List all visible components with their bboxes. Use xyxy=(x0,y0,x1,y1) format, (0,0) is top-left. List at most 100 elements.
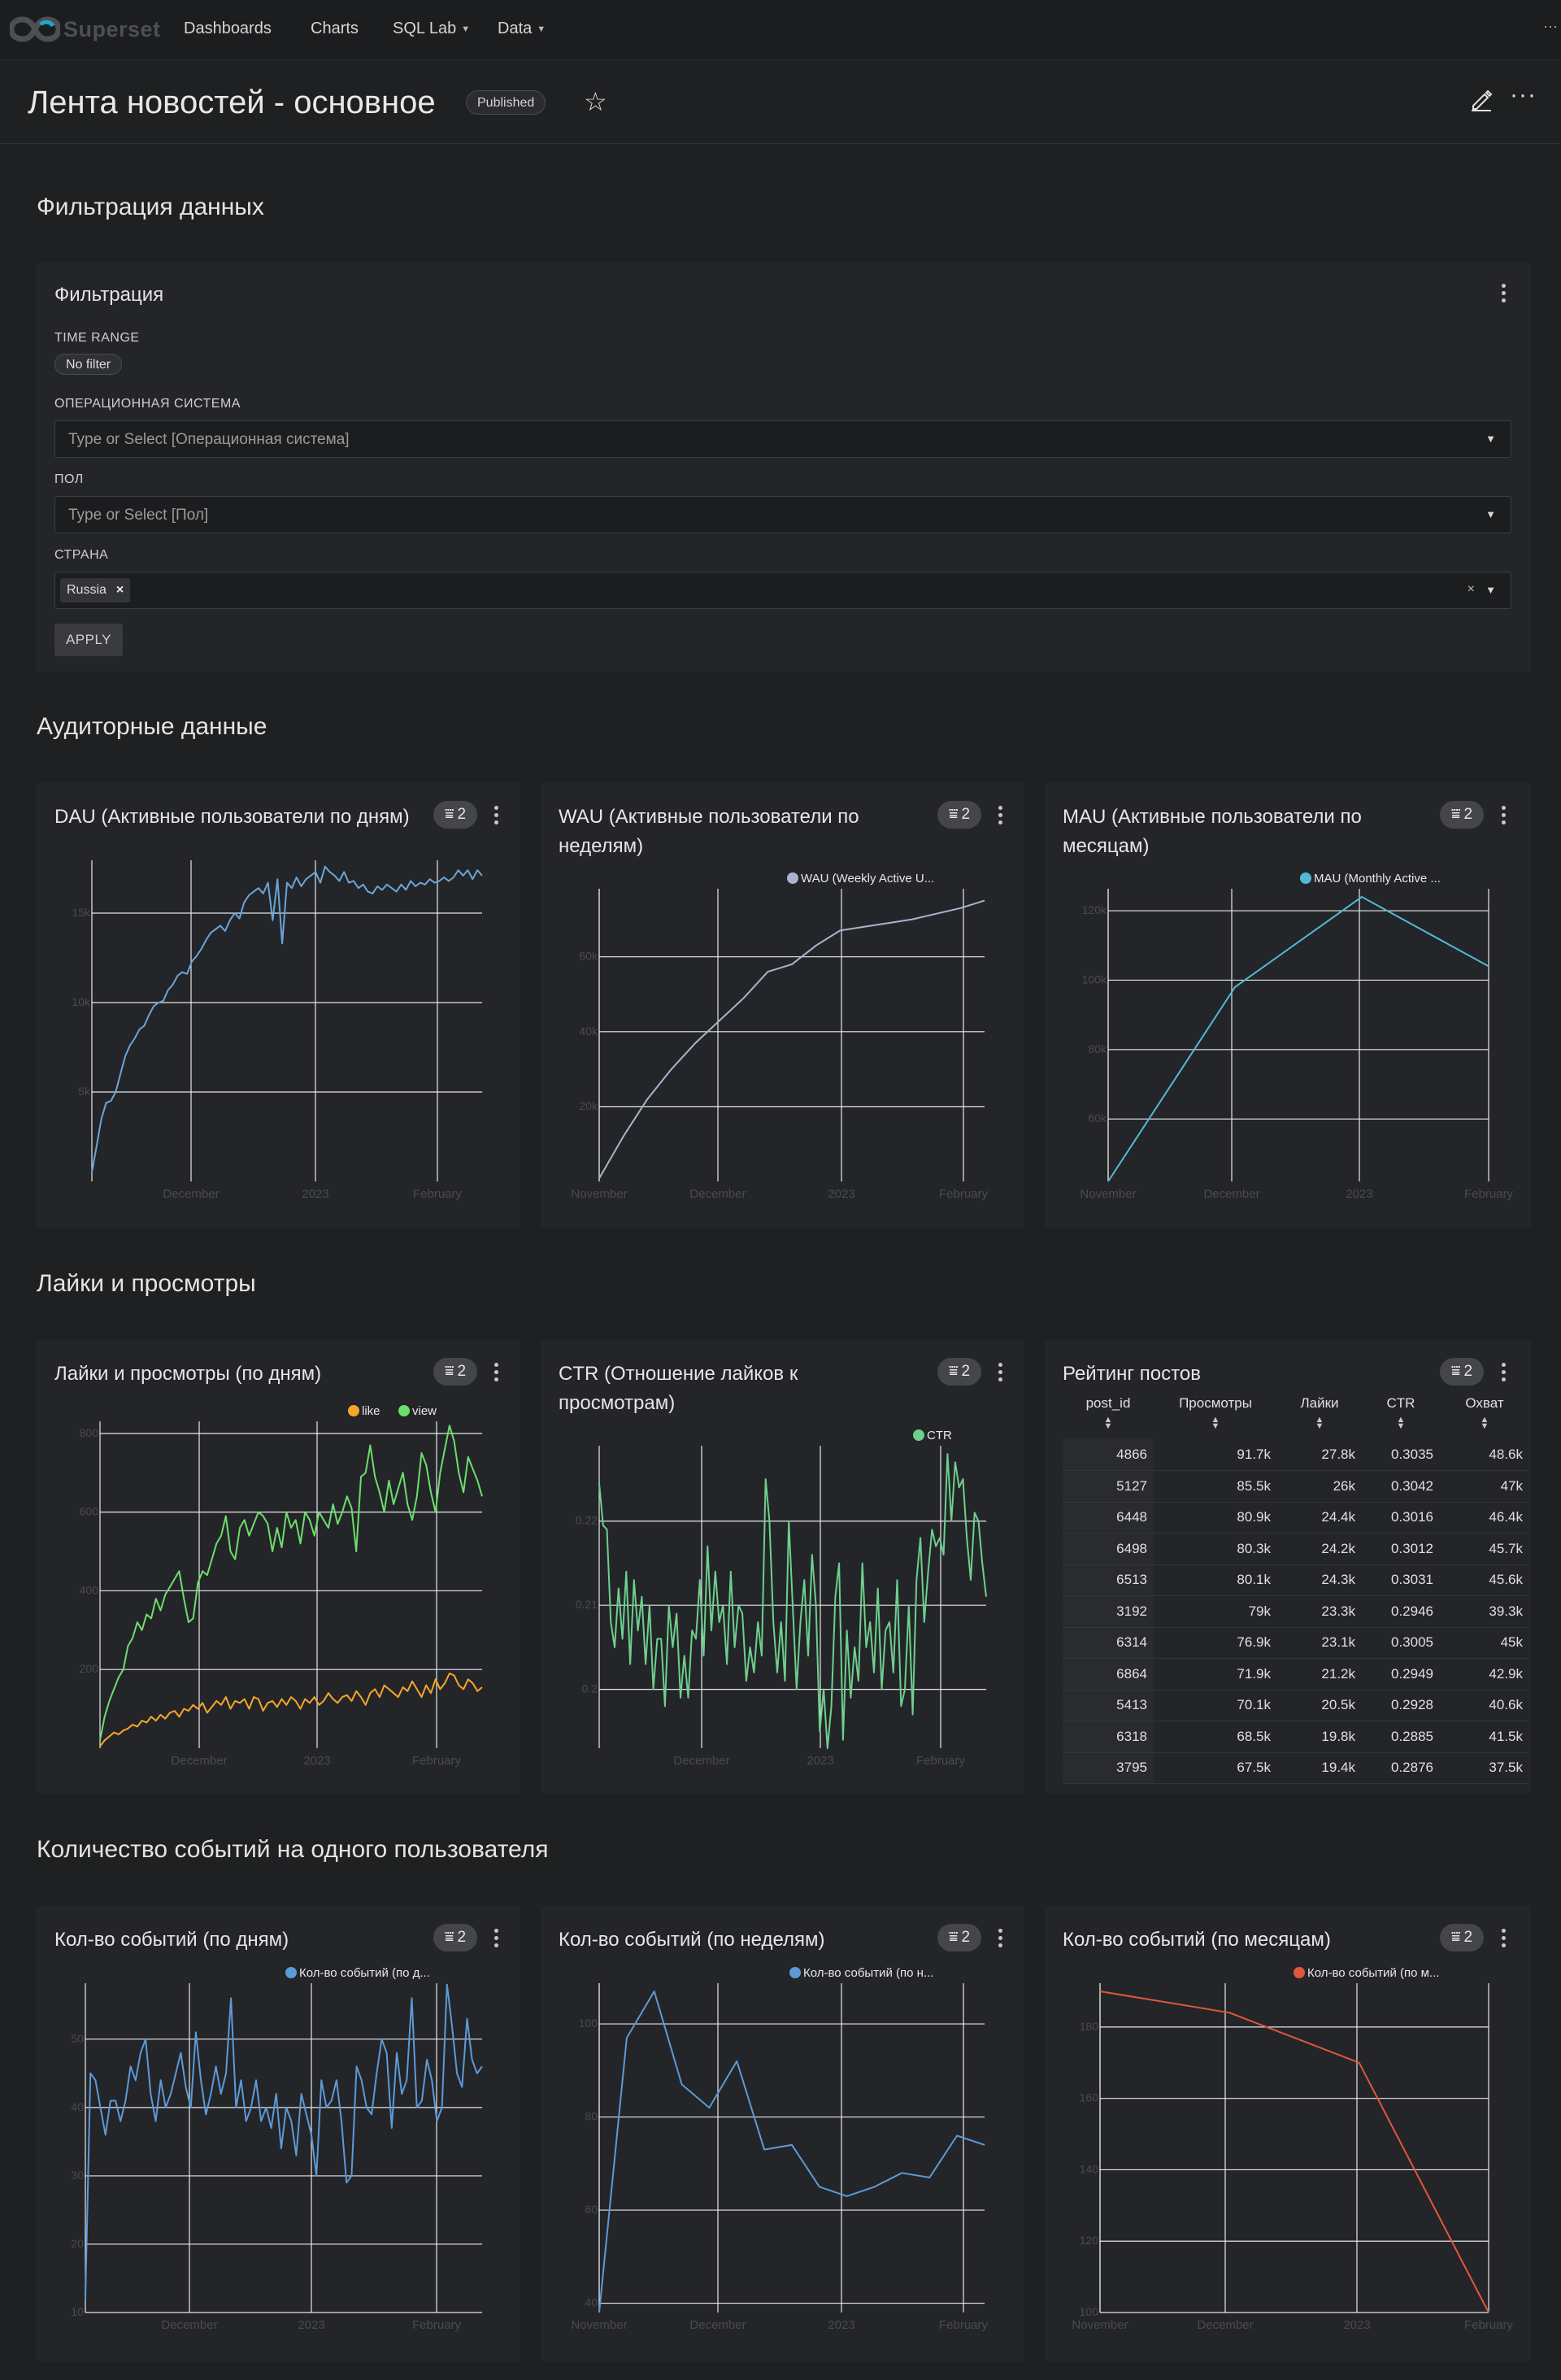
y-tick-label: 80 xyxy=(585,2110,598,2123)
filter-count-badge[interactable]: ⩸ 2 xyxy=(1440,1358,1484,1386)
country-filter-select[interactable]: Russia × × ▼ xyxy=(54,572,1511,609)
filter-count-badge[interactable]: ⩸ 2 xyxy=(937,1924,981,1951)
nav-charts[interactable]: Charts xyxy=(311,20,359,38)
more-menu-icon[interactable]: ··· xyxy=(1543,18,1558,35)
posts-table-wrapper: post_id ▲ ▼ Просмотры ▲ ▼ Лайки ▲ ▼ CTR ▲ ▼ Охва… xyxy=(1063,1394,1529,1784)
clear-selection-icon[interactable]: × xyxy=(1468,582,1475,597)
os-filter-label: ОПЕРАЦИОННАЯ СИСТЕМА xyxy=(54,397,241,411)
chart-menu-icon[interactable] xyxy=(998,1363,1002,1384)
published-badge[interactable]: Published xyxy=(466,90,546,115)
table-cell: 24.4k xyxy=(1277,1502,1362,1534)
sort-icon[interactable]: ▲ ▼ xyxy=(1277,1416,1362,1431)
y-tick-label: 140 xyxy=(1080,2162,1099,2175)
apply-button[interactable]: APPLY xyxy=(54,624,123,656)
chart-menu-icon[interactable] xyxy=(494,806,498,827)
y-tick-label: 200 xyxy=(80,1662,99,1675)
table-cell: 20.5k xyxy=(1277,1690,1362,1721)
y-tick-label: 10 xyxy=(71,2305,84,2318)
chart-menu-icon[interactable] xyxy=(1501,1929,1506,1950)
chart-title: Лайки и просмотры (по дням) xyxy=(54,1363,322,1385)
filter-panel-menu-icon[interactable] xyxy=(1501,284,1506,305)
filter-count-badge[interactable]: ⩸ 2 xyxy=(1440,1924,1484,1951)
x-tick-label: 2023 xyxy=(302,1187,328,1201)
y-tick-label: 40 xyxy=(585,2296,598,2309)
filter-count-badge[interactable]: ⩸ 2 xyxy=(937,1358,981,1386)
superset-logo[interactable]: Superset xyxy=(10,15,161,44)
table-cell: 0.3012 xyxy=(1362,1533,1440,1565)
chart-menu-icon[interactable] xyxy=(998,806,1002,827)
chart-title: CTR (Отношение лайков к просмотрам) xyxy=(559,1363,798,1414)
legend-marker xyxy=(789,1967,801,1978)
table-row: 6498 80.3k 24.2k 0.3012 45.7k xyxy=(1063,1533,1529,1565)
legend-label: like xyxy=(362,1404,380,1418)
table-cell: 3795 xyxy=(1063,1752,1154,1784)
filter-count-badge[interactable]: ⩸ 2 xyxy=(1440,801,1484,829)
dashboard-menu-icon[interactable]: ··· xyxy=(1510,81,1537,109)
likes-views-chart: 200 400 600 800 December 2023 February like view xyxy=(80,1404,483,1768)
series-line xyxy=(99,1425,483,1741)
x-tick-label: December xyxy=(689,2318,746,2332)
nav-sql-lab[interactable]: SQL Lab ▼ xyxy=(393,20,470,38)
table-cell: 0.2885 xyxy=(1362,1721,1440,1753)
filter-count: 2 xyxy=(1463,1363,1473,1380)
dropdown-arrow-icon: ▼ xyxy=(1485,433,1496,445)
sort-icon[interactable]: ▲ ▼ xyxy=(1154,1416,1277,1431)
chart-menu-icon[interactable] xyxy=(494,1363,498,1384)
nav-dashboards[interactable]: Dashboards xyxy=(184,20,272,38)
filter-count: 2 xyxy=(457,806,467,823)
favorite-star-icon[interactable]: ☆ xyxy=(584,86,607,117)
filter-funnel-icon: ⩸ xyxy=(1450,1363,1461,1380)
chart-menu-icon[interactable] xyxy=(1501,806,1506,827)
column-header[interactable]: CTR ▲ ▼ xyxy=(1362,1394,1440,1439)
gender-filter-select[interactable]: Type or Select [Пол] ▼ xyxy=(54,496,1511,533)
edit-pencil-icon[interactable] xyxy=(1468,86,1494,112)
table-cell: 3192 xyxy=(1063,1595,1154,1628)
caret-down-icon: ▼ xyxy=(461,24,471,34)
chart-menu-icon[interactable] xyxy=(1501,1363,1506,1384)
column-header[interactable]: Лайки ▲ ▼ xyxy=(1277,1394,1362,1439)
filter-count-badge[interactable]: ⩸ 2 xyxy=(937,801,981,829)
table-cell: 39.3k xyxy=(1440,1595,1529,1628)
filter-count-badge[interactable]: ⩸ 2 xyxy=(433,801,477,829)
nav-data[interactable]: Data ▼ xyxy=(498,20,546,38)
os-filter-select[interactable]: Type or Select [Операционная система] ▼ xyxy=(54,420,1511,458)
table-cell: 67.5k xyxy=(1154,1752,1277,1784)
legend-label: MAU (Monthly Active ... xyxy=(1314,872,1441,885)
sort-icon[interactable]: ▲ ▼ xyxy=(1063,1416,1154,1431)
column-header[interactable]: post_id ▲ ▼ xyxy=(1063,1394,1154,1439)
sort-icon[interactable]: ▲ ▼ xyxy=(1440,1416,1529,1431)
time-range-value[interactable]: No filter xyxy=(54,354,123,375)
section-title-events: Количество событий на одного пользовател… xyxy=(37,1836,549,1863)
country-filter-label: СТРАНА xyxy=(54,548,109,562)
chart-menu-icon[interactable] xyxy=(494,1929,498,1950)
table-row: 3795 67.5k 19.4k 0.2876 37.5k xyxy=(1063,1752,1529,1784)
filter-count-badge[interactable]: ⩸ 2 xyxy=(433,1358,477,1386)
dropdown-arrow-icon: ▼ xyxy=(1485,508,1496,520)
filter-funnel-icon: ⩸ xyxy=(948,806,959,823)
y-tick-label: 20 xyxy=(71,2237,84,2250)
filter-count: 2 xyxy=(457,1929,467,1946)
sort-icon[interactable]: ▲ ▼ xyxy=(1362,1416,1440,1431)
x-tick-label: February xyxy=(939,1187,989,1201)
filter-count-badge[interactable]: ⩸ 2 xyxy=(433,1924,477,1951)
legend-label: Кол-во событий (по м... xyxy=(1307,1966,1439,1980)
y-tick-label: 5k xyxy=(78,1085,91,1098)
nav-sql-lab-label: SQL Lab xyxy=(393,20,457,37)
column-header-label: post_id xyxy=(1085,1395,1131,1411)
legend-label: Кол-во событий (по д... xyxy=(299,1966,430,1980)
nav-data-label: Data xyxy=(498,20,533,37)
dashboard-title[interactable]: Лента новостей - основное xyxy=(28,85,436,121)
legend-marker xyxy=(285,1967,297,1978)
time-range-label: TIME RANGE xyxy=(54,331,140,345)
table-cell: 80.1k xyxy=(1154,1564,1277,1596)
remove-chip-icon[interactable]: × xyxy=(116,578,124,603)
x-tick-label: 2023 xyxy=(828,2318,854,2332)
filter-funnel-icon: ⩸ xyxy=(444,1363,454,1380)
filter-funnel-icon: ⩸ xyxy=(444,806,454,823)
legend-marker xyxy=(348,1405,359,1416)
column-header[interactable]: Просмотры ▲ ▼ xyxy=(1154,1394,1277,1439)
chart-menu-icon[interactable] xyxy=(998,1929,1002,1950)
column-header[interactable]: Охват ▲ ▼ xyxy=(1440,1394,1529,1439)
filter-funnel-icon: ⩸ xyxy=(948,1929,959,1946)
legend-marker xyxy=(398,1405,410,1416)
